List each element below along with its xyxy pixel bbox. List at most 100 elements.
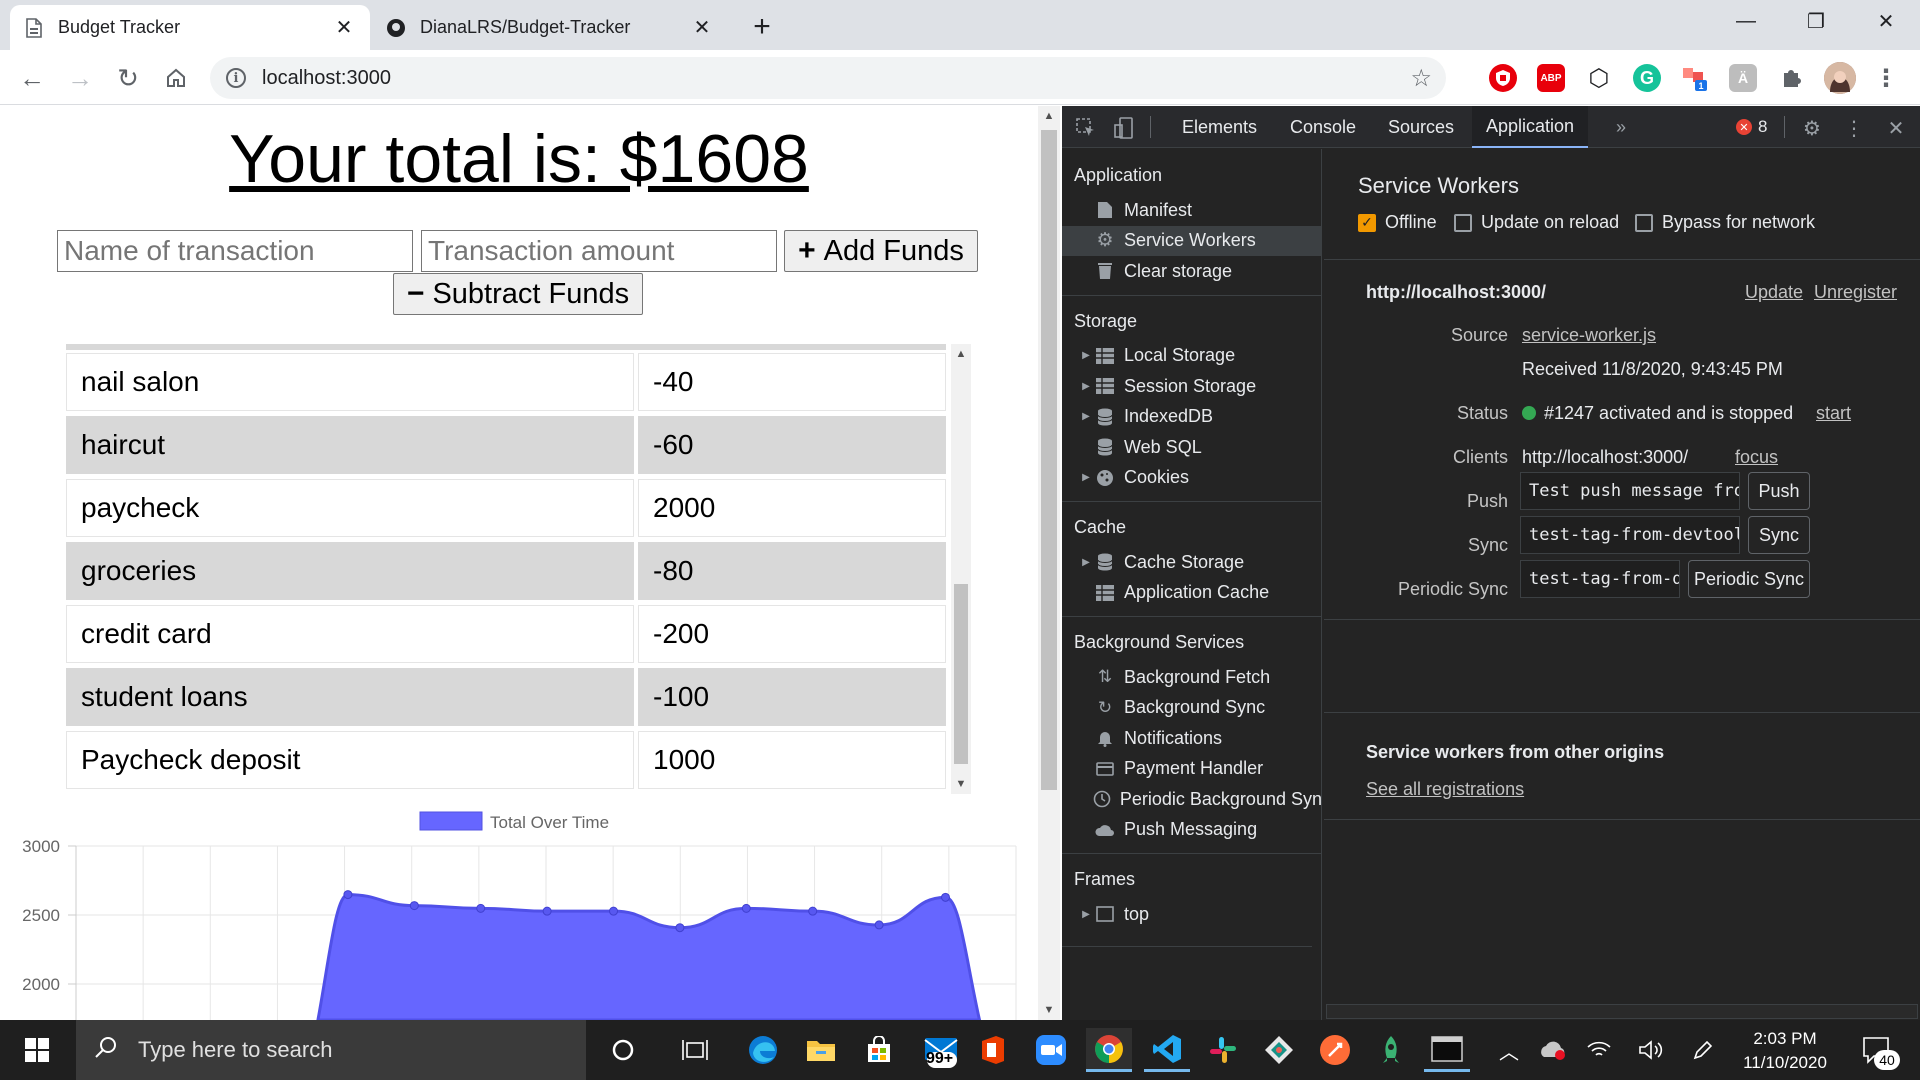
offline-checkbox[interactable]: ✓ Offline: [1358, 212, 1437, 233]
chrome-taskbar-icon[interactable]: [1086, 1028, 1132, 1072]
puzzle-icon[interactable]: [1777, 64, 1805, 92]
terminal-icon[interactable]: [1424, 1028, 1470, 1072]
tab-github-repo[interactable]: DianaLRS/Budget-Tracker ✕: [372, 5, 728, 50]
sidebar-item-background-sync[interactable]: ↻ Background Sync: [1062, 693, 1322, 723]
sidebar-item-session-storage[interactable]: ▶ Session Storage: [1062, 371, 1322, 401]
expand-triangle-icon[interactable]: ▶: [1078, 411, 1094, 422]
sync-tag-input[interactable]: test-tag-from-devtools: [1520, 516, 1740, 554]
sidebar-item-cookies[interactable]: ▶ Cookies: [1062, 463, 1322, 493]
tab-sources[interactable]: Sources: [1374, 106, 1468, 148]
volume-icon[interactable]: [1628, 1028, 1674, 1072]
cortana-icon[interactable]: [600, 1028, 646, 1072]
zoom-icon[interactable]: [1028, 1028, 1074, 1072]
close-devtools-icon[interactable]: ✕: [1884, 116, 1908, 140]
tab-console[interactable]: Console: [1276, 106, 1370, 148]
sync-button[interactable]: Sync: [1748, 516, 1810, 554]
office-icon[interactable]: [970, 1028, 1016, 1072]
device-toolbar-icon[interactable]: [1112, 116, 1136, 140]
add-funds-button[interactable]: + Add Funds: [784, 230, 978, 272]
update-link[interactable]: Update: [1745, 282, 1803, 303]
expand-triangle-icon[interactable]: ▶: [1078, 909, 1094, 920]
table-scrollbar[interactable]: ▲ ▼: [951, 344, 971, 794]
tab-elements[interactable]: Elements: [1168, 106, 1271, 148]
postman-icon[interactable]: [1312, 1028, 1358, 1072]
pen-icon[interactable]: [1680, 1028, 1726, 1072]
scroll-up-icon[interactable]: ▲: [951, 344, 971, 364]
devtools-menu-icon[interactable]: ⋮: [1842, 116, 1866, 140]
table-scroll-thumb[interactable]: [954, 584, 968, 764]
grammarly-icon[interactable]: G: [1633, 64, 1661, 92]
update-on-reload-checkbox[interactable]: Update on reload: [1454, 212, 1619, 233]
windows-start-icon[interactable]: [14, 1028, 60, 1072]
subtract-funds-button[interactable]: − Subtract Funds: [393, 273, 643, 315]
ext-a-icon[interactable]: Ä: [1729, 64, 1757, 92]
cube-icon[interactable]: ⬡: [1585, 64, 1613, 92]
store-icon[interactable]: [856, 1028, 902, 1072]
wifi-icon[interactable]: [1576, 1028, 1622, 1072]
push-button[interactable]: Push: [1748, 472, 1810, 510]
new-tab-button[interactable]: +: [744, 9, 780, 45]
slack-icon[interactable]: [1200, 1028, 1246, 1072]
tab-application[interactable]: Application: [1472, 106, 1589, 148]
site-info-icon[interactable]: i: [226, 68, 246, 88]
see-all-registrations-link[interactable]: See all registrations: [1366, 779, 1524, 800]
sidebar-item-service-workers[interactable]: ⚙ Service Workers: [1062, 225, 1322, 256]
mail-icon[interactable]: 99+: [918, 1028, 964, 1072]
inspect-element-icon[interactable]: [1074, 116, 1098, 140]
sidebar-item-web-sql[interactable]: Web SQL: [1062, 432, 1322, 462]
minimize-icon[interactable]: —: [1716, 0, 1776, 42]
close-tab-icon[interactable]: ✕: [332, 16, 356, 40]
page-scrollbar[interactable]: ▲ ▼: [1038, 106, 1060, 1020]
close-window-icon[interactable]: ✕: [1856, 0, 1916, 42]
periodic-sync-button[interactable]: Periodic Sync: [1688, 560, 1810, 598]
periodic-sync-tag-input[interactable]: test-tag-from-devtools: [1520, 560, 1680, 598]
sidebar-item-payment-handler[interactable]: Payment Handler: [1062, 754, 1322, 784]
sidebar-item-background-fetch[interactable]: ⇅ Background Fetch: [1062, 662, 1322, 692]
vscode-icon[interactable]: [1144, 1028, 1190, 1072]
focus-link[interactable]: focus: [1735, 447, 1778, 468]
file-explorer-icon[interactable]: [798, 1028, 844, 1072]
sidebar-item-manifest[interactable]: Manifest: [1062, 195, 1322, 225]
close-tab-icon[interactable]: ✕: [690, 16, 714, 40]
profile-avatar[interactable]: [1824, 62, 1856, 94]
bookmark-star-icon[interactable]: ☆: [1410, 64, 1432, 93]
reload-icon[interactable]: ↻: [108, 58, 148, 98]
scroll-down-icon[interactable]: ▼: [1038, 1000, 1060, 1020]
taskbar-search-box[interactable]: Type here to search: [76, 1020, 586, 1080]
address-bar[interactable]: i localhost:3000 ☆: [210, 57, 1446, 99]
sidebar-item-cache-storage[interactable]: ▶ Cache Storage: [1062, 547, 1322, 577]
sidebar-item-top[interactable]: ▶ top: [1062, 899, 1322, 929]
restore-icon[interactable]: ❐: [1786, 0, 1846, 42]
edge-browser-icon[interactable]: [740, 1028, 786, 1072]
tray-overflow-icon[interactable]: ︿: [1486, 1028, 1532, 1072]
onedrive-icon[interactable]: [1530, 1028, 1576, 1072]
more-tabs-icon[interactable]: »: [1602, 106, 1640, 148]
ublock-icon[interactable]: [1489, 64, 1517, 92]
expand-triangle-icon[interactable]: ▶: [1078, 557, 1094, 568]
clock[interactable]: 2:03 PM 11/10/2020: [1730, 1027, 1840, 1075]
rocket-app-icon[interactable]: [1368, 1028, 1414, 1072]
page-scroll-thumb[interactable]: [1041, 130, 1057, 790]
scroll-down-icon[interactable]: ▼: [951, 774, 971, 794]
tab-budget-tracker[interactable]: Budget Tracker ✕: [10, 5, 370, 50]
settings-gear-icon[interactable]: ⚙: [1800, 116, 1824, 140]
push-message-input[interactable]: Test push message from DevTools.: [1520, 472, 1740, 510]
back-icon[interactable]: ←: [12, 58, 52, 98]
action-center-icon[interactable]: 40: [1854, 1028, 1900, 1072]
task-view-icon[interactable]: [672, 1028, 718, 1072]
sidebar-item-push-messaging[interactable]: Push Messaging: [1062, 815, 1322, 845]
gitkraken-icon[interactable]: [1256, 1028, 1302, 1072]
abp-icon[interactable]: ABP: [1537, 64, 1565, 92]
sidebar-item-application-cache[interactable]: Application Cache: [1062, 578, 1322, 608]
expand-triangle-icon[interactable]: ▶: [1078, 472, 1094, 483]
forward-icon[interactable]: →: [60, 58, 100, 98]
source-link[interactable]: service-worker.js: [1522, 325, 1656, 346]
start-link[interactable]: start: [1816, 403, 1851, 424]
badge-ext-icon[interactable]: 1: [1681, 64, 1709, 92]
transaction-name-input[interactable]: Name of transaction: [57, 230, 413, 272]
error-counter[interactable]: ✕ 8: [1736, 117, 1767, 137]
sidebar-item-clear-storage[interactable]: Clear storage: [1062, 256, 1322, 286]
sidebar-item-periodic-background-syn[interactable]: Periodic Background Syn: [1062, 784, 1322, 814]
chrome-menu-icon[interactable]: ⋮: [1872, 64, 1900, 92]
scroll-up-icon[interactable]: ▲: [1038, 106, 1060, 126]
